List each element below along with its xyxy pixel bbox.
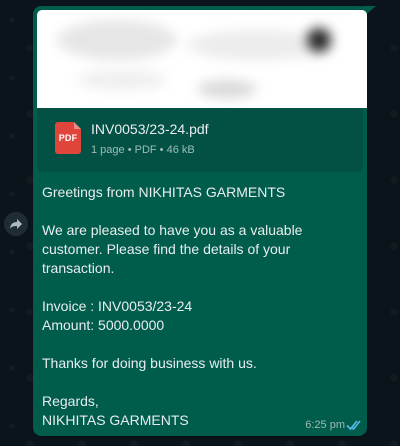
message-text: Greetings from NIKHITAS GARMENTS We are …	[42, 183, 357, 430]
forward-arrow-icon	[10, 219, 22, 229]
pdf-attachment-card[interactable]: PDF INV0053/23-24.pdf 1 page • PDF • 46 …	[37, 108, 363, 172]
message-line: transaction.	[42, 260, 115, 276]
message-line: customer. Please find the details of you…	[42, 241, 291, 257]
double-check-read-icon	[346, 420, 361, 431]
message-line: Invoice : INV0053/23-24	[42, 298, 193, 314]
message-line: We are pleased to have you as a valuable	[42, 222, 303, 238]
message-timestamp: 6:25 pm	[305, 419, 345, 431]
message-line: Amount: 5000.0000	[42, 317, 165, 333]
file-meta: 1 page • PDF • 46 kB	[91, 144, 195, 156]
message-line: Greetings from NIKHITAS GARMENTS	[42, 184, 286, 200]
forward-button[interactable]	[4, 212, 28, 236]
file-name: INV0053/23-24.pdf	[91, 121, 209, 137]
pdf-icon: PDF	[55, 122, 81, 154]
pdf-preview-thumbnail[interactable]	[37, 10, 367, 108]
message-line: Regards,	[42, 393, 99, 409]
message-line: Thanks for doing business with us.	[42, 355, 257, 371]
